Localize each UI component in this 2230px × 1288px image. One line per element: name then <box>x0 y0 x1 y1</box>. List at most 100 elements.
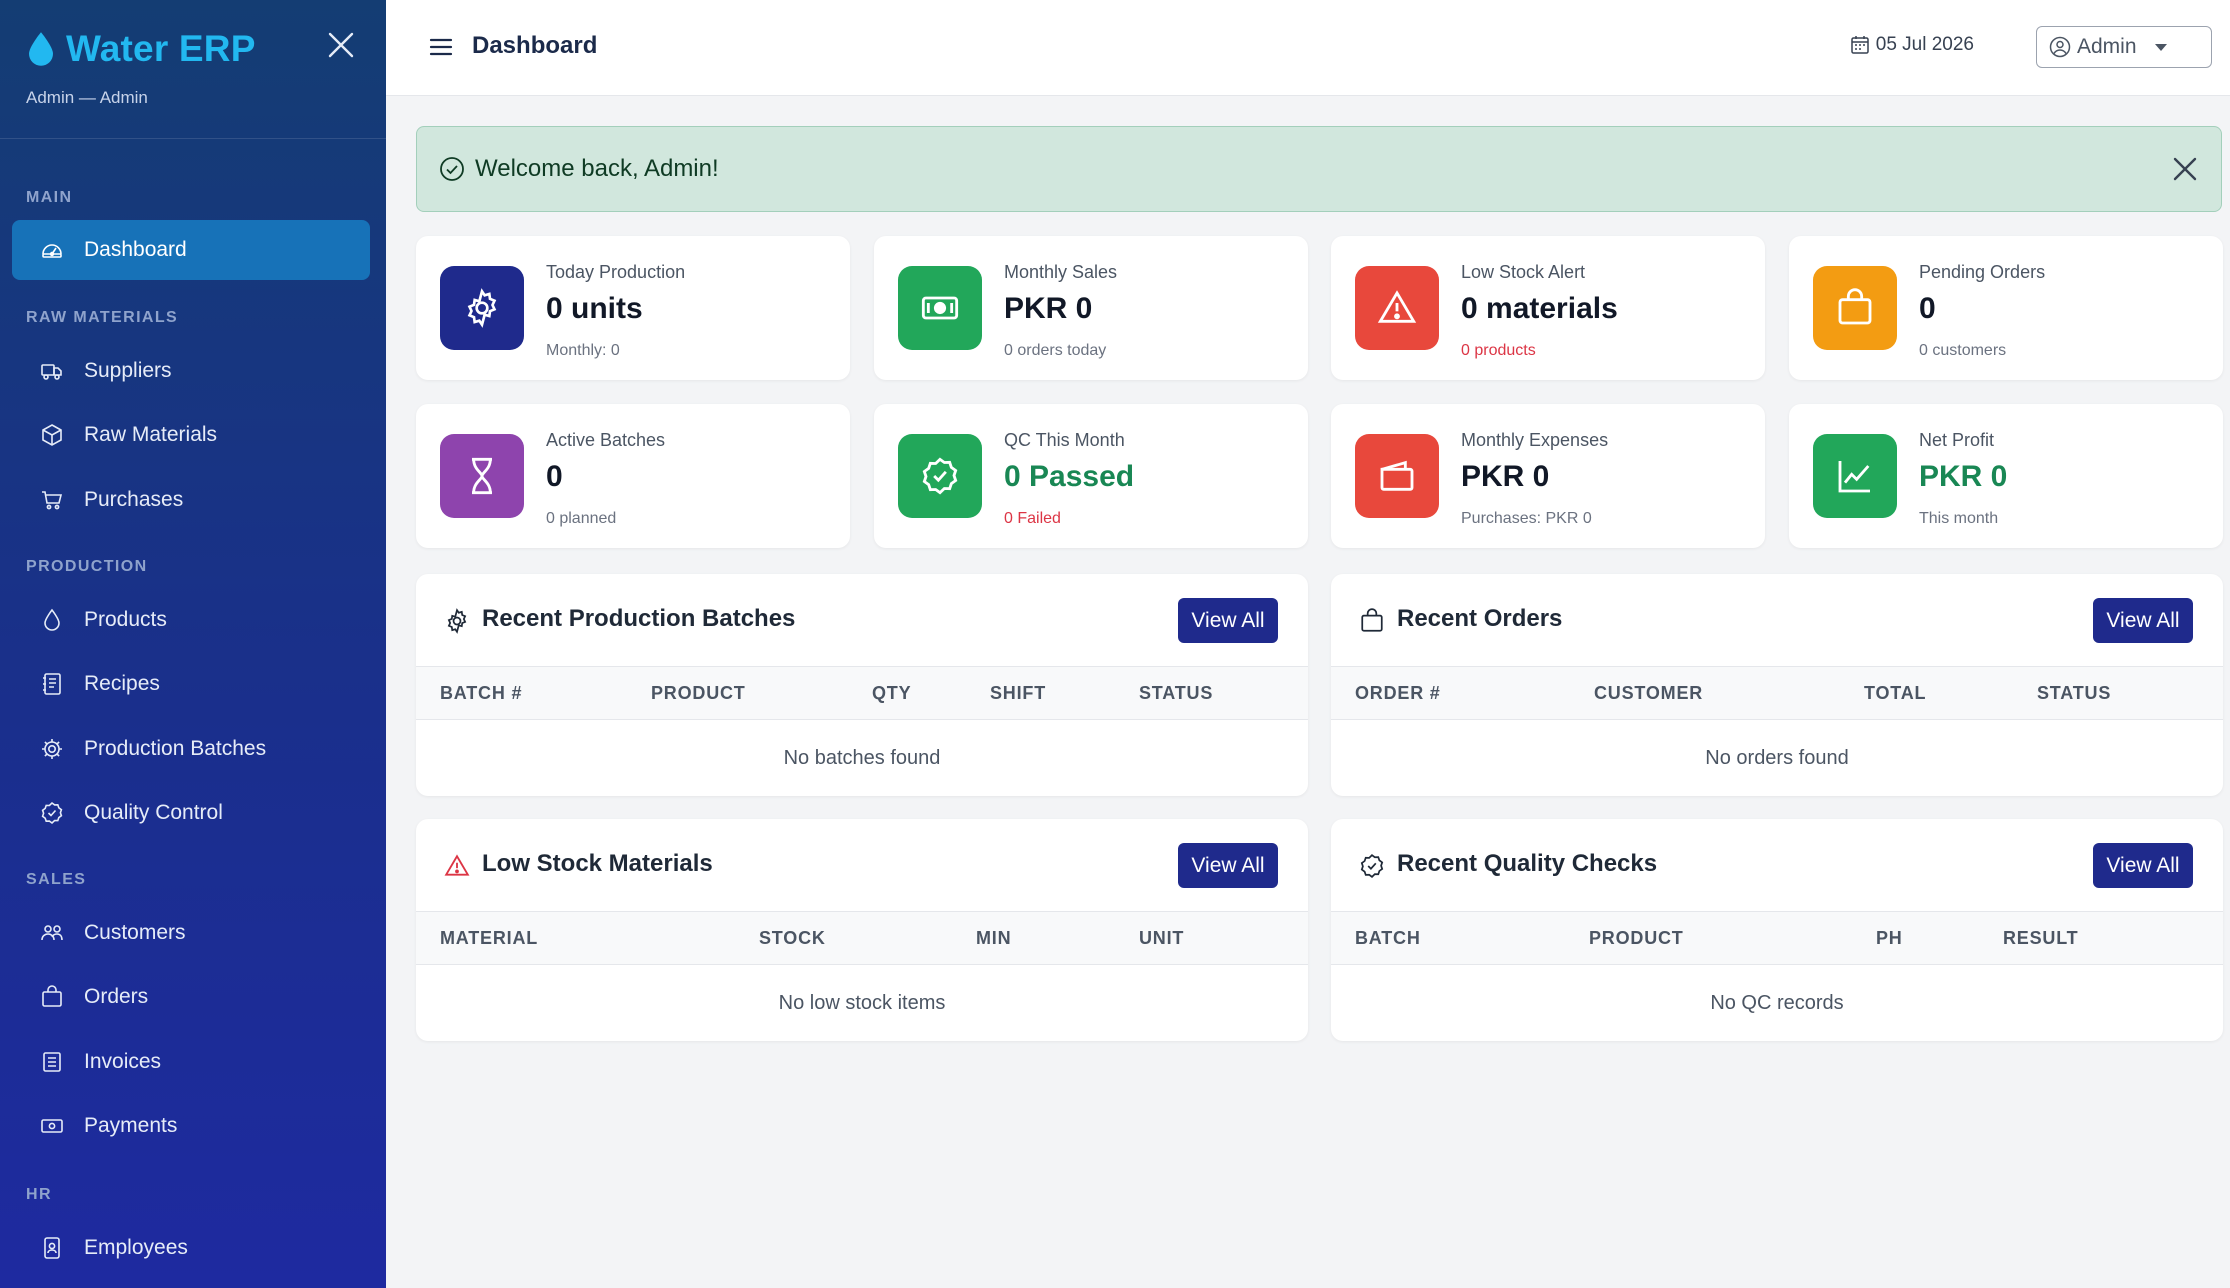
column-header[interactable]: PH <box>1876 928 1903 949</box>
gear-icon <box>447 608 467 634</box>
close-sidebar-icon[interactable] <box>326 30 356 60</box>
stat-sub: 0 orders today <box>1004 342 1107 359</box>
calendar-icon <box>1851 36 1869 54</box>
stat-sub: 0 products <box>1461 342 1536 359</box>
stat-label: Monthly Sales <box>1004 262 1118 282</box>
receipt-icon <box>43 1052 61 1072</box>
table-header: ORDER # CUSTOMER TOTAL STATUS <box>1331 666 2223 720</box>
stat-label: Today Production <box>546 262 686 282</box>
column-header[interactable]: STATUS <box>1139 683 1213 704</box>
sidebar-item-production-batches[interactable]: Production Batches <box>12 719 370 779</box>
sidebar-item-employees[interactable]: Employees <box>12 1218 370 1278</box>
box-icon <box>42 424 62 446</box>
column-header[interactable]: MIN <box>976 928 1011 949</box>
sidebar-item-label: Recipes <box>84 672 160 695</box>
panel-title: Recent Quality Checks <box>1397 850 1658 877</box>
stat-icon-box <box>898 266 982 350</box>
stat-sub: 0 Failed <box>1004 510 1061 527</box>
stat-value: 0 <box>546 460 563 493</box>
gear-icon <box>467 288 497 328</box>
date-text: 05 Jul 2026 <box>1875 34 1974 55</box>
column-header[interactable]: SHIFT <box>990 683 1046 704</box>
section-label-raw-materials: RAW MATERIALS <box>26 309 179 326</box>
bag-icon <box>1838 288 1872 325</box>
sidebar-item-purchases[interactable]: Purchases <box>12 470 370 530</box>
stat-icon-box <box>1813 434 1897 518</box>
column-header[interactable]: BATCH # <box>440 683 522 704</box>
menu-icon[interactable] <box>428 34 454 60</box>
panel-header: Recent Production Batches View All <box>416 574 1308 666</box>
section-label-sales: SALES <box>26 871 87 888</box>
column-header[interactable]: STOCK <box>759 928 826 949</box>
stat-value: 0 <box>1919 292 1936 325</box>
panel-recent-orders: Recent Orders View All ORDER # CUSTOMER … <box>1331 574 2223 796</box>
stat-icon-box <box>898 434 982 518</box>
bag-icon <box>1361 608 1383 632</box>
column-header[interactable]: ORDER # <box>1355 683 1441 704</box>
column-header[interactable]: MATERIAL <box>440 928 538 949</box>
sidebar-item-orders[interactable]: Orders <box>12 967 370 1027</box>
column-header[interactable]: BATCH <box>1355 928 1421 949</box>
panel-header: Recent Quality Checks View All <box>1331 819 2223 911</box>
view-all-batches-button[interactable]: View All <box>1178 598 1278 643</box>
patch-check-icon <box>1360 854 1384 878</box>
panel-header: Recent Orders View All <box>1331 574 2223 666</box>
table-header: BATCH PRODUCT PH RESULT <box>1331 911 2223 965</box>
panel-recent-quality-checks: Recent Quality Checks View All BATCH PRO… <box>1331 819 2223 1041</box>
gear-icon <box>42 739 62 759</box>
sidebar-item-label: Raw Materials <box>84 423 218 446</box>
column-header[interactable]: QTY <box>872 683 911 704</box>
view-all-orders-button[interactable]: View All <box>2093 598 2193 643</box>
column-header[interactable]: TOTAL <box>1864 683 1926 704</box>
stat-icon-box <box>1813 266 1897 350</box>
welcome-alert: Welcome back, Admin! <box>416 126 2222 212</box>
stat-card-low-stock-alert: Low Stock Alert 0 materials 0 products <box>1331 236 1765 380</box>
people-icon <box>41 925 63 941</box>
view-all-low-stock-button[interactable]: View All <box>1178 843 1278 888</box>
column-header[interactable]: PRODUCT <box>1589 928 1684 949</box>
topbar: Dashboard 05 Jul 2026 Admin <box>386 0 2230 96</box>
stat-card-monthly-sales: Monthly Sales PKR 0 0 orders today <box>874 236 1308 380</box>
sidebar-item-recipes[interactable]: Recipes <box>12 654 370 714</box>
check-circle-icon <box>440 157 464 181</box>
empty-state: No batches found <box>783 746 941 769</box>
view-all-qc-button[interactable]: View All <box>2093 843 2193 888</box>
stat-icon-box <box>1355 266 1439 350</box>
sidebar-item-payments[interactable]: Payments <box>12 1096 370 1156</box>
stat-value: 0 Passed <box>1004 460 1135 493</box>
column-header[interactable]: PRODUCT <box>651 683 746 704</box>
sidebar-item-products[interactable]: Products <box>12 590 370 650</box>
sidebar-item-label: Orders <box>84 985 149 1008</box>
patch-check-icon <box>41 801 63 825</box>
sidebar-item-label: Customers <box>84 921 186 944</box>
stat-label: Active Batches <box>546 430 666 450</box>
sidebar-item-invoices[interactable]: Invoices <box>12 1032 370 1092</box>
section-label-hr: HR <box>26 1186 52 1203</box>
column-header[interactable]: RESULT <box>2003 928 2078 949</box>
close-alert-icon[interactable] <box>2171 155 2199 183</box>
column-header[interactable]: UNIT <box>1139 928 1184 949</box>
stat-label: Monthly Expenses <box>1461 430 1609 450</box>
person-circle-icon <box>2049 36 2071 58</box>
sidebar-item-label: Dashboard <box>84 238 187 261</box>
sidebar-item-label: Suppliers <box>84 359 172 382</box>
sidebar-item-customers[interactable]: Customers <box>12 903 370 963</box>
empty-state: No QC records <box>1710 991 1844 1014</box>
table-header: MATERIAL STOCK MIN UNIT <box>416 911 1308 965</box>
stat-label: Net Profit <box>1919 430 1995 450</box>
bag-icon <box>42 985 62 1007</box>
sidebar-item-dashboard[interactable]: Dashboard <box>12 220 370 280</box>
chevron-down-icon <box>2154 43 2167 51</box>
stat-label: QC This Month <box>1004 430 1125 450</box>
sidebar-item-suppliers[interactable]: Suppliers <box>12 341 370 401</box>
column-header[interactable]: CUSTOMER <box>1594 683 1703 704</box>
sidebar-item-raw-materials[interactable]: Raw Materials <box>12 405 370 465</box>
user-menu-button[interactable]: Admin <box>2036 26 2212 68</box>
sidebar-item-quality-control[interactable]: Quality Control <box>12 783 370 843</box>
warning-icon <box>444 854 470 876</box>
stat-icon-box <box>440 266 524 350</box>
stat-sub: Purchases: PKR 0 <box>1461 510 1592 527</box>
column-header[interactable]: STATUS <box>2037 683 2111 704</box>
sidebar-item-label: Production Batches <box>84 737 267 760</box>
date-display: 05 Jul 2026 <box>1850 34 1974 56</box>
